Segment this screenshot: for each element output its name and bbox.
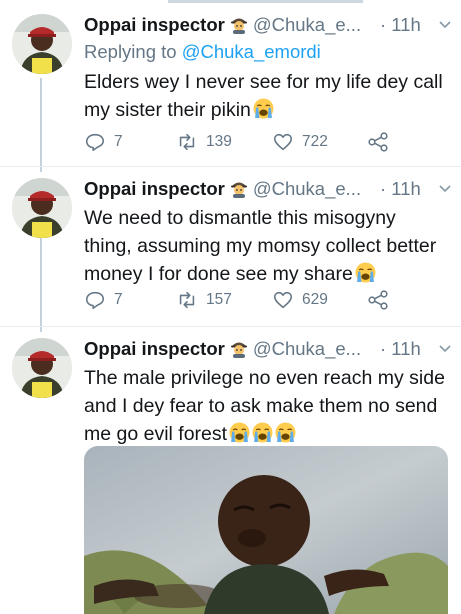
tweet-text: Elders wey I never see for my life dey c… bbox=[84, 68, 449, 124]
tweet-header: Oppai inspector @Chuka_e... · 11h bbox=[84, 176, 454, 202]
tweet-text-line: The male privilege no even reach my side bbox=[84, 367, 445, 389]
tweet-text-line: my sister their pikin bbox=[84, 99, 251, 121]
reply-count: 7 bbox=[114, 291, 123, 308]
tweet-text-line: thing, assuming my momsy collect better bbox=[84, 235, 437, 257]
author-handle[interactable]: @Chuka_e... bbox=[253, 14, 361, 35]
reply-count: 7 bbox=[114, 133, 123, 150]
tweet-text-line: We need to dismantle this misogyny bbox=[84, 207, 396, 229]
tweet-header: Oppai inspector @Chuka_e... · 11h bbox=[84, 12, 454, 38]
heart-icon bbox=[273, 133, 293, 151]
retweet-count: 157 bbox=[206, 291, 232, 308]
tweet-header: Oppai inspector @Chuka_e... · 11h bbox=[84, 336, 454, 362]
share-icon bbox=[368, 290, 388, 310]
heart-icon bbox=[273, 291, 293, 309]
tweet-actions: 7 157 629 bbox=[84, 288, 404, 312]
reply-context: Replying to @Chuka_emordi bbox=[84, 40, 321, 64]
tweet-timestamp[interactable]: · 11h bbox=[380, 176, 421, 202]
tweet-text: The male privilege no even reach my side… bbox=[84, 364, 449, 448]
loudly-crying-face-icon bbox=[253, 98, 274, 119]
author-name[interactable]: Oppai inspector bbox=[84, 338, 225, 359]
retweet-button[interactable]: 139 bbox=[176, 130, 232, 154]
tweet[interactable]: Oppai inspector @Chuka_e... · 11h Replyin… bbox=[0, 0, 461, 166]
tweet-timestamp[interactable]: · 11h bbox=[380, 336, 421, 362]
reply-prefix: Replying to bbox=[84, 41, 177, 62]
retweet-count: 139 bbox=[206, 133, 232, 150]
retweet-icon bbox=[179, 133, 195, 151]
loudly-crying-face-icon bbox=[355, 262, 376, 283]
like-button[interactable]: 629 bbox=[272, 288, 328, 312]
avatar[interactable] bbox=[12, 14, 72, 74]
reply-button[interactable]: 7 bbox=[84, 130, 123, 154]
reply-to-link[interactable]: @Chuka_emordi bbox=[182, 41, 321, 62]
avatar[interactable] bbox=[12, 338, 72, 398]
tweet-actions: 7 139 722 bbox=[84, 130, 404, 154]
tweet-text-line: money I for done see my share bbox=[84, 263, 353, 285]
share-button[interactable] bbox=[366, 288, 390, 312]
avatar[interactable] bbox=[12, 178, 72, 238]
share-button[interactable] bbox=[366, 130, 390, 154]
reply-button[interactable]: 7 bbox=[84, 288, 123, 312]
reply-icon bbox=[85, 291, 105, 310]
like-count: 629 bbox=[302, 291, 328, 308]
retweet-button[interactable]: 157 bbox=[176, 288, 232, 312]
chevron-down-icon[interactable] bbox=[437, 338, 453, 358]
loudly-crying-face-icon bbox=[229, 422, 250, 443]
chevron-down-icon[interactable] bbox=[437, 178, 453, 198]
chevron-down-icon[interactable] bbox=[437, 14, 453, 34]
retweet-icon bbox=[179, 291, 195, 309]
detective-emoji-icon bbox=[229, 338, 249, 358]
like-count: 722 bbox=[302, 133, 328, 150]
loudly-crying-face-icon bbox=[275, 422, 296, 443]
like-button[interactable]: 722 bbox=[272, 130, 328, 154]
share-icon bbox=[368, 132, 388, 152]
tweet-timestamp[interactable]: · 11h bbox=[380, 12, 421, 38]
tweet-text-line: and I dey fear to ask make them no send bbox=[84, 395, 438, 417]
author-handle[interactable]: @Chuka_e... bbox=[253, 178, 361, 199]
author-name[interactable]: Oppai inspector bbox=[84, 14, 225, 35]
tweet-text: We need to dismantle this misogyny thing… bbox=[84, 204, 449, 288]
tweet-text-line: Elders wey I never see for my life dey c… bbox=[84, 71, 443, 93]
detective-emoji-icon bbox=[229, 178, 249, 198]
reply-icon bbox=[85, 133, 105, 152]
tweet-text-line: me go evil forest bbox=[84, 423, 228, 445]
author-name[interactable]: Oppai inspector bbox=[84, 178, 225, 199]
loudly-crying-face-icon bbox=[252, 422, 273, 443]
tweet-media-photo[interactable] bbox=[84, 446, 448, 614]
detective-emoji-icon bbox=[229, 14, 249, 34]
author-handle[interactable]: @Chuka_e... bbox=[253, 338, 361, 359]
tweet[interactable]: Oppai inspector @Chuka_e... · 11h We need… bbox=[0, 164, 461, 326]
